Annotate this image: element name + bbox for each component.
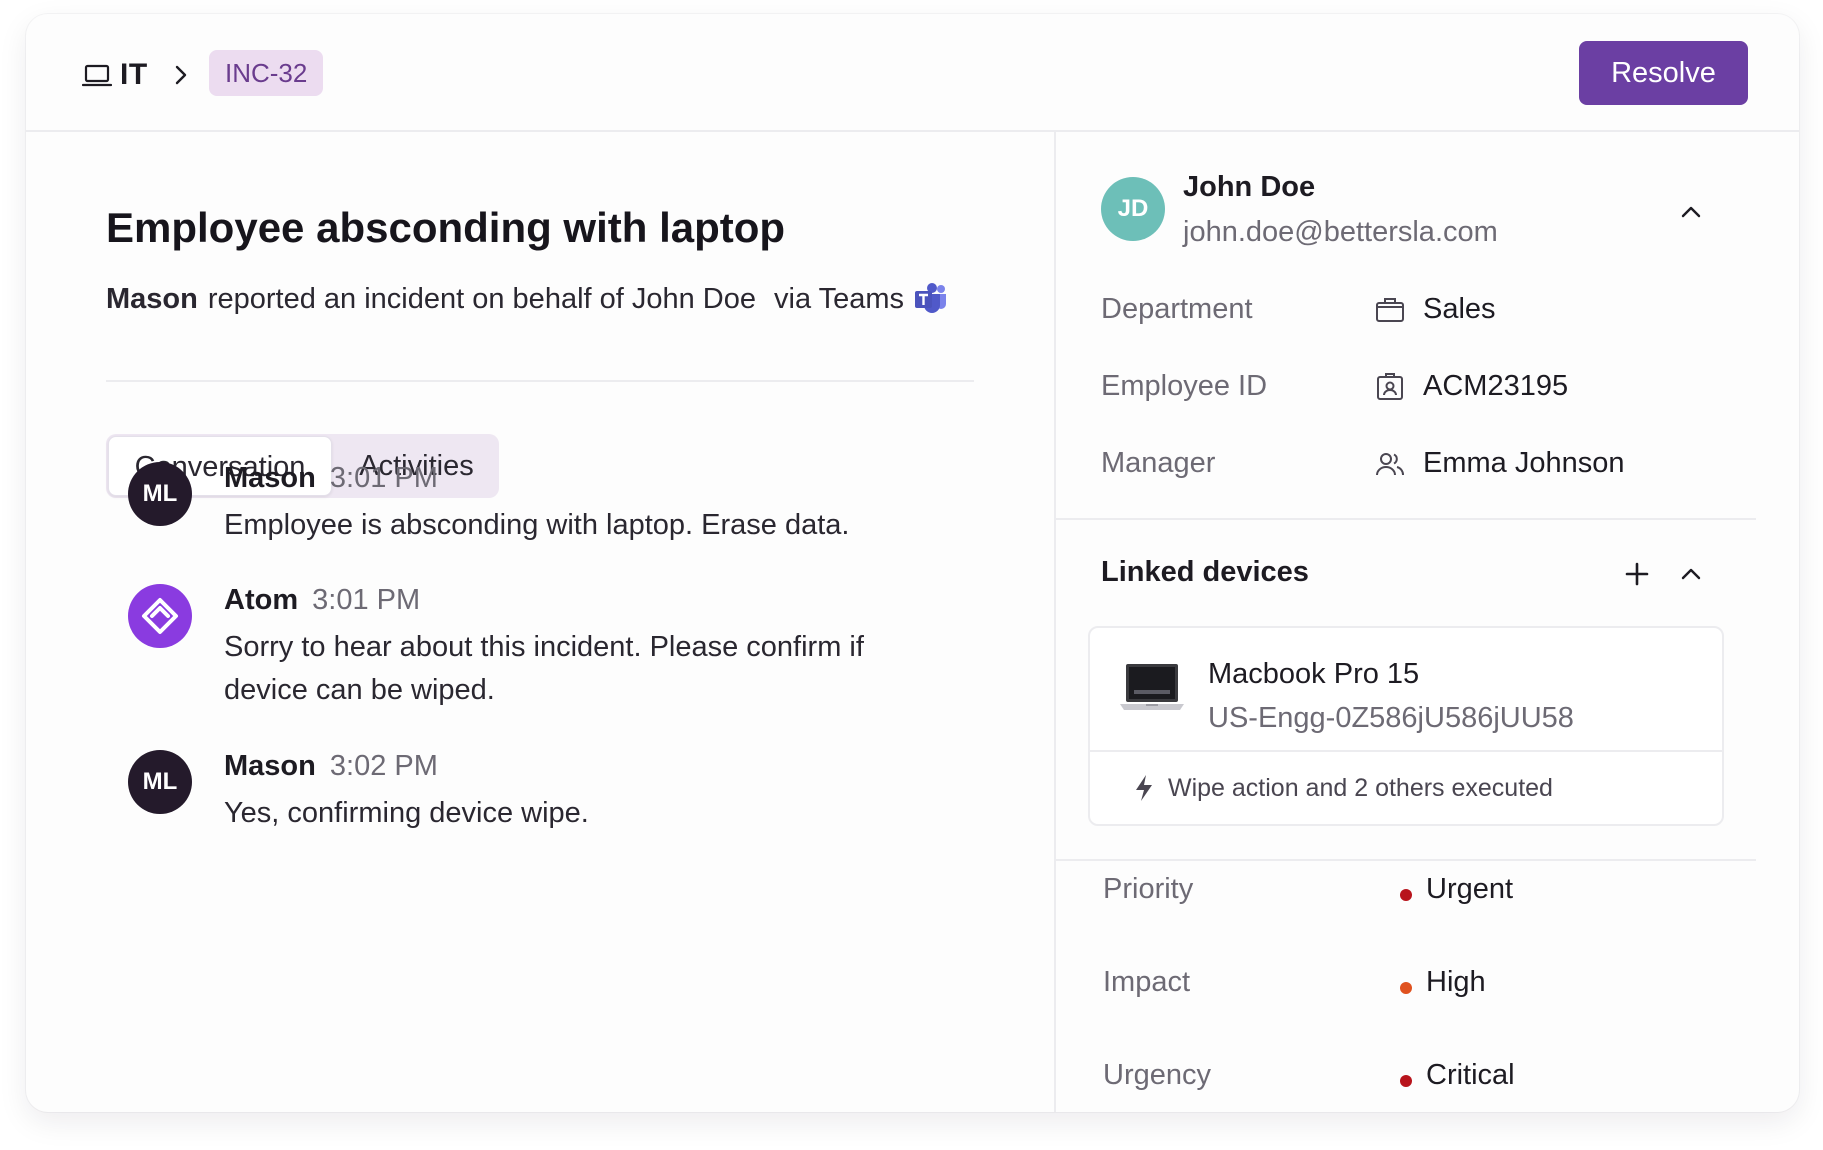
impact-dot — [1400, 982, 1412, 994]
atom-logo-icon — [142, 598, 178, 634]
atom-avatar — [128, 584, 192, 648]
header-bar: IT INC-32 Resolve — [26, 14, 1799, 132]
via-text: via Teams — [774, 283, 905, 315]
add-device-icon[interactable] — [1622, 559, 1652, 589]
contact-email[interactable]: john.doe@bettersla.com — [1183, 216, 1498, 249]
lightning-icon — [1136, 775, 1152, 801]
contact-name: John Doe — [1183, 171, 1316, 203]
message-item: ML Mason 3:02 PM Yes, confirming device … — [128, 750, 928, 860]
department-label: Department — [1101, 293, 1253, 325]
message-header: Atom 3:01 PM — [224, 584, 420, 617]
avatar: ML — [128, 462, 192, 526]
urgency-label: Urgency — [1103, 1059, 1211, 1091]
incident-card: IT INC-32 Resolve Employee absconding wi… — [26, 14, 1799, 1112]
message-author: Atom — [224, 584, 299, 616]
message-text: Sorry to hear about this incident. Pleas… — [224, 631, 864, 706]
id-badge-icon — [1377, 373, 1403, 400]
breadcrumb-root[interactable]: IT — [120, 58, 148, 92]
urgency-value[interactable]: Critical — [1426, 1059, 1515, 1092]
section-divider — [1056, 518, 1756, 520]
priority-label: Priority — [1103, 873, 1194, 905]
chevron-up-icon[interactable] — [1677, 198, 1705, 226]
message-time: 3:01 PM — [329, 462, 438, 494]
column-divider — [1054, 132, 1056, 1112]
reported-text: reported an incident on behalf of John D… — [207, 283, 757, 315]
priority-value[interactable]: Urgent — [1426, 873, 1513, 906]
department-value: Sales — [1423, 293, 1496, 325]
section-divider — [106, 380, 974, 382]
section-divider — [1056, 859, 1756, 861]
resolve-button[interactable]: Resolve — [1579, 41, 1748, 105]
message-author: Mason — [224, 750, 316, 782]
teams-icon — [915, 283, 947, 313]
urgency-dot — [1400, 1075, 1412, 1087]
employee-id-label: Employee ID — [1101, 370, 1268, 402]
incident-reported-line: Mason reported an incident on behalf of J… — [106, 282, 948, 316]
contact-avatar: JD — [1101, 177, 1165, 241]
chevron-up-icon[interactable] — [1677, 560, 1705, 588]
chevron-right-icon — [175, 65, 187, 85]
manager-value[interactable]: Emma Johnson — [1423, 447, 1625, 480]
device-id: US-Engg-0Z586jU586jUU58 — [1208, 702, 1574, 734]
linked-devices-title: Linked devices — [1101, 556, 1309, 588]
briefcase-icon — [1376, 298, 1404, 322]
people-icon — [1376, 453, 1404, 476]
message-text: Yes, confirming device wipe. — [224, 797, 589, 829]
macbook-image — [1120, 664, 1184, 710]
device-name: Macbook Pro 15 — [1208, 658, 1420, 690]
device-action-status: Wipe action and 2 others executed — [1168, 774, 1553, 802]
device-card[interactable]: Macbook Pro 15 US-Engg-0Z586jU586jUU58 W… — [1088, 626, 1724, 826]
incident-title: Employee absconding with laptop — [106, 204, 786, 251]
message-header: Mason 3:01 PM — [224, 462, 438, 495]
device-divider — [1090, 750, 1722, 752]
laptop-icon — [82, 64, 112, 87]
impact-value[interactable]: High — [1426, 966, 1486, 999]
message-time: 3:02 PM — [329, 750, 438, 782]
manager-label: Manager — [1101, 447, 1216, 479]
message-item: Atom 3:01 PM Sorry to hear about this in… — [128, 584, 928, 724]
message-item: ML Mason 3:01 PM Employee is absconding … — [128, 462, 928, 572]
ticket-id-badge: INC-32 — [209, 50, 324, 96]
impact-label: Impact — [1103, 966, 1191, 998]
reporter-name[interactable]: Mason — [106, 283, 198, 315]
message-text: Employee is absconding with laptop. Eras… — [224, 509, 850, 541]
message-author: Mason — [224, 462, 316, 494]
avatar: ML — [128, 750, 192, 814]
message-header: Mason 3:02 PM — [224, 750, 438, 783]
message-time: 3:01 PM — [312, 584, 421, 616]
employee-id-value: ACM23195 — [1423, 370, 1569, 402]
priority-dot — [1400, 889, 1412, 901]
